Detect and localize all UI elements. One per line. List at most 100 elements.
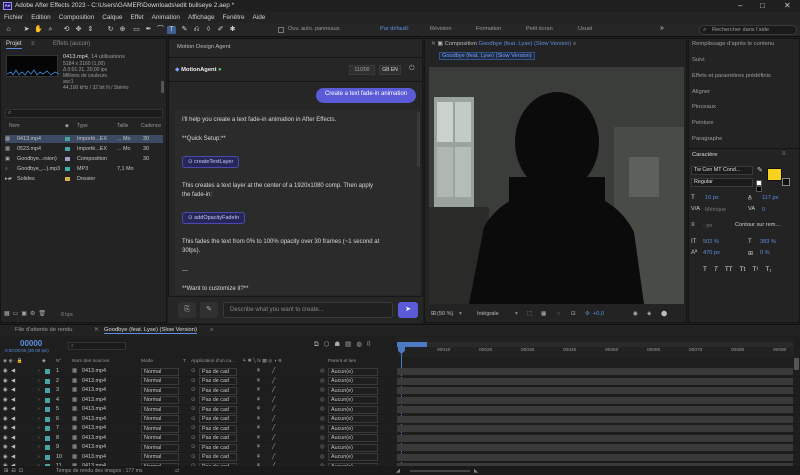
timeline-scrollbar[interactable]	[794, 358, 799, 370]
tab-projet-menu-icon[interactable]: ≡	[31, 41, 35, 47]
shy-switch-icon[interactable]: ⚘	[256, 453, 261, 463]
blend-mode-dropdown[interactable]: Normal	[141, 377, 179, 385]
audio-speaker-icon[interactable]: ◀	[11, 377, 15, 387]
function-create-text-layer[interactable]: ⊙ createTextLayer	[182, 156, 240, 168]
project-item[interactable]: ♪ Goodbye_...).mp3 MP3 7,1 Mo	[5, 165, 163, 173]
timeline-layer-row[interactable]: ◉ ◀ › 3 ▦ 0413.mp4 Normal ⊙ Pas de cad ⚘ ╱ ◎ Aucun(e…	[0, 386, 800, 396]
visibility-eye-icon[interactable]: ◉	[3, 443, 8, 453]
project-scrollbar[interactable]	[161, 81, 164, 93]
layer-name[interactable]: 0413.mp4	[82, 405, 106, 415]
panel-align[interactable]: Aligner	[692, 89, 710, 95]
track-matte-icon[interactable]: ⊙	[191, 453, 196, 463]
label-color-swatch[interactable]	[45, 454, 50, 460]
hand-tool-icon[interactable]: ✋	[34, 26, 43, 34]
lock-icon[interactable]: ▣	[437, 41, 442, 47]
layer-duration-bar[interactable]	[397, 377, 793, 385]
blend-mode-dropdown[interactable]: Normal	[141, 424, 179, 433]
layer-name[interactable]: 0413.mp4	[82, 434, 106, 444]
toggle-modes-icon[interactable]: ⇄	[175, 466, 179, 475]
project-search-input[interactable]: ⌕	[5, 109, 163, 118]
footer-toggle-icons[interactable]: ⊞⊟⊡	[4, 466, 26, 475]
color-manage-icon[interactable]: ✣	[585, 307, 590, 321]
track-matte-dropdown[interactable]: Pas de cad	[199, 443, 237, 452]
stroke-color-swatch[interactable]	[782, 178, 790, 186]
shy-switch-icon[interactable]: ⚘	[256, 443, 261, 453]
stroke-width-value[interactable]: - px	[703, 223, 712, 229]
black-swatch[interactable]	[756, 186, 762, 192]
visibility-eye-icon[interactable]: ◉	[3, 453, 8, 463]
audio-speaker-icon[interactable]: ◀	[11, 443, 15, 453]
rotation-tool-icon[interactable]: ↻	[106, 26, 115, 34]
expand-chevron-icon[interactable]: ›	[38, 386, 40, 396]
track-matte-dropdown[interactable]: Pas de cad	[199, 415, 237, 423]
text-tool-icon[interactable]: T	[167, 26, 176, 34]
faux-bold-button[interactable]: T	[703, 266, 707, 273]
label-color-swatch[interactable]	[65, 147, 70, 151]
pickwhip-icon[interactable]: ◎	[320, 396, 325, 406]
send-button[interactable]: ➤	[398, 302, 418, 318]
track-matte-icon[interactable]: ⊙	[191, 367, 196, 377]
pan-camera-icon[interactable]: ✥	[74, 26, 83, 34]
vertical-scale-value[interactable]: 502 %	[703, 239, 719, 245]
track-matte-icon[interactable]: ⊙	[191, 434, 196, 444]
channel-icon[interactable]: ⬤	[661, 307, 667, 321]
subscript-button[interactable]: T₁	[765, 266, 771, 273]
layer-name[interactable]: 0413.mp4	[82, 367, 106, 377]
frame-blending-icon[interactable]: ▤	[345, 341, 356, 348]
panel-effects-presets[interactable]: Effets et paramètres prédéfinis	[692, 73, 771, 79]
parent-dropdown[interactable]: Aucun(e)	[328, 443, 378, 452]
tsume-value[interactable]: 0 %	[760, 250, 770, 256]
quality-switch-icon[interactable]: ╱	[272, 367, 275, 377]
work-area-bar[interactable]	[397, 342, 793, 347]
panel-tracker[interactable]: Suivi	[692, 57, 705, 63]
track-matte-dropdown[interactable]: Pas de cad	[199, 367, 237, 376]
transparency-grid-icon[interactable]: ▦	[541, 307, 546, 321]
stroke-type-dropdown[interactable]: Contour sur rem...	[735, 222, 780, 228]
pickwhip-icon[interactable]: ◎	[320, 434, 325, 444]
mask-visibility-icon[interactable]: ◌	[557, 307, 560, 321]
menu-calque[interactable]: Calque	[102, 12, 122, 23]
workspace-usuel[interactable]: Usuel	[578, 26, 592, 32]
blend-mode-dropdown[interactable]: Normal	[141, 434, 179, 442]
shy-switch-icon[interactable]: ⚘	[256, 367, 261, 377]
parent-dropdown[interactable]: Aucun(e)	[328, 405, 378, 414]
shy-switch-icon[interactable]: ⚘	[256, 396, 261, 406]
bit-depth[interactable]: 8 bpc	[61, 312, 73, 318]
expand-chevron-icon[interactable]: ›	[38, 424, 40, 434]
project-item[interactable]: ▦ 0523.mp4 Importé...EX ... Mo 30	[5, 145, 163, 153]
audio-speaker-icon[interactable]: ◀	[11, 405, 15, 415]
panel-paragraph[interactable]: Paragraphe	[692, 136, 722, 142]
selection-tool-icon[interactable]: ➤	[22, 26, 31, 34]
blend-mode-dropdown[interactable]: Normal	[141, 415, 179, 423]
tools-icon[interactable]: ✎	[200, 302, 218, 318]
composition-viewport[interactable]	[429, 67, 684, 304]
menu-aide[interactable]: Aide	[253, 12, 266, 23]
track-matte-dropdown[interactable]: Pas de cad	[199, 377, 237, 385]
parent-dropdown[interactable]: Aucun(e)	[328, 396, 378, 404]
layer-duration-bar[interactable]	[397, 434, 793, 442]
timeline-layer-row[interactable]: ◉ ◀ › 2 ▦ 0413.mp4 Normal ⊙ Pas de cad ⚘ ╱ ◎ Aucun(e…	[0, 377, 800, 387]
layer-duration-bar[interactable]	[397, 444, 793, 451]
font-size-value[interactable]: 10 px	[705, 195, 719, 201]
show-snapshot-icon[interactable]: ◈	[647, 307, 651, 321]
audio-speaker-icon[interactable]: ◀	[11, 453, 15, 463]
project-item[interactable]: ▸▰ Solides Dossier	[5, 175, 163, 183]
track-matte-icon[interactable]: ⊙	[191, 424, 196, 434]
timeline-search-input[interactable]: ⌕	[68, 342, 126, 350]
track-matte-icon[interactable]: ⊙	[191, 386, 196, 396]
layer-name[interactable]: 0413.mp4	[82, 415, 106, 425]
blend-mode-dropdown[interactable]: Normal	[141, 443, 179, 452]
expand-chevron-icon[interactable]: ›	[38, 396, 40, 406]
workspace-overflow-icon[interactable]: »	[660, 25, 664, 32]
expand-chevron-icon[interactable]: ›	[38, 443, 40, 453]
label-color-swatch[interactable]	[45, 397, 50, 403]
track-matte-dropdown[interactable]: Pas de cad	[199, 434, 237, 442]
blend-mode-dropdown[interactable]: Normal	[141, 405, 179, 414]
menu-fichier[interactable]: Fichier	[4, 12, 23, 23]
label-color-swatch[interactable]	[65, 177, 70, 181]
comp-marker-icon[interactable]: ⧉	[314, 341, 324, 348]
tab-menu-icon[interactable]: ≡	[210, 327, 213, 333]
all-caps-button[interactable]: TT	[725, 266, 733, 273]
minimize-button[interactable]: –	[738, 0, 742, 12]
close-icon[interactable]: ✕	[94, 327, 99, 333]
